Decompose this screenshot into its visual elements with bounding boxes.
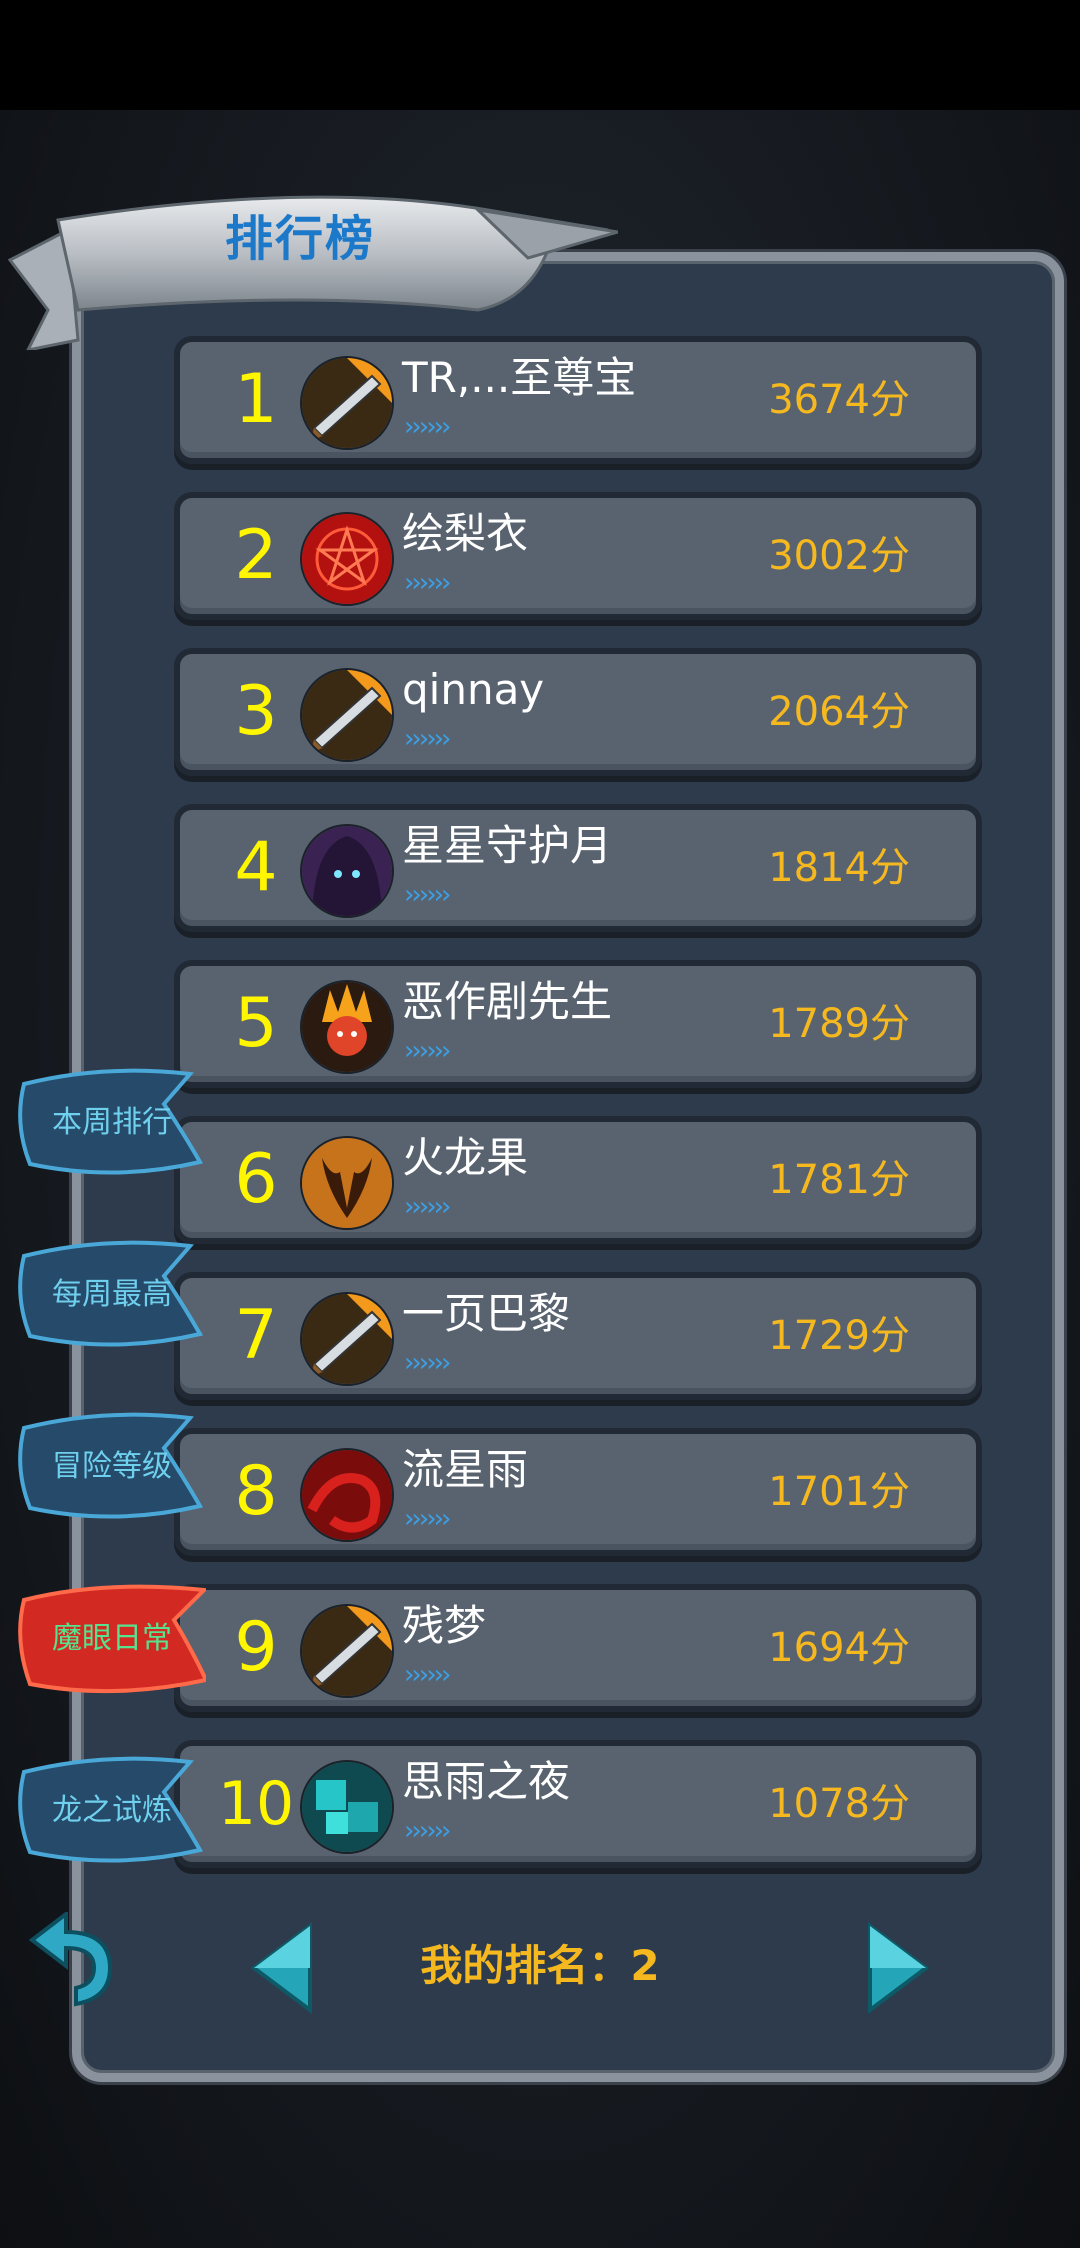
rank-number: 8 [234, 1452, 278, 1531]
back-arrow-icon[interactable] [26, 1912, 118, 2012]
leaderboard-row: 4 星星守护月 ›››››› 1814分 [174, 804, 982, 932]
status-bar-area [0, 0, 1080, 110]
progress-chevrons: ›››››› [404, 412, 451, 442]
player-score: 1729分 [768, 1313, 910, 1359]
player-score: 2064分 [768, 689, 910, 735]
footer-hint [140, 2080, 940, 2120]
leaderboard-row: 6 火龙果 ›››››› 1781分 [174, 1116, 982, 1244]
player-score: 3674分 [768, 377, 910, 423]
tab-label: 本周排行 [52, 1105, 172, 1140]
player-score: 1078分 [768, 1781, 910, 1827]
tab-label: 龙之试炼 [52, 1793, 172, 1828]
red-pentagram-icon [300, 512, 394, 606]
progress-chevrons: ›››››› [404, 1816, 451, 1846]
teal-cubes-icon [300, 1760, 394, 1854]
leaderboard-title: 排行榜 [224, 211, 375, 267]
player-score: 3002分 [768, 533, 910, 579]
leaderboard-row: 5 恶作剧先生 ›››››› 1789分 [174, 960, 982, 1088]
progress-chevrons: ›››››› [404, 724, 451, 754]
progress-chevrons: ›››››› [404, 1348, 451, 1378]
leaderboard-row: 9 残梦 ›››››› 1694分 [174, 1584, 982, 1712]
leaderboard-row: 2 绘梨衣 ›››››› 3002分 [174, 492, 982, 620]
progress-chevrons: ›››››› [404, 1504, 451, 1534]
red-swirl-icon [300, 1448, 394, 1542]
player-score: 1694分 [768, 1625, 910, 1671]
rank-number: 2 [234, 516, 278, 595]
progress-chevrons: ›››››› [404, 1192, 451, 1222]
my-rank-label: 我的排名：2 [420, 1941, 660, 1990]
tab-label: 魔眼日常 [52, 1621, 172, 1656]
rank-number: 9 [234, 1608, 278, 1687]
rank-number: 1 [234, 360, 278, 439]
progress-chevrons: ›››››› [404, 1660, 451, 1690]
previous-page-arrow-icon[interactable] [244, 1918, 334, 2018]
leaderboard-row: 1 TR,...至尊宝 ›››››› 3674分 [174, 336, 982, 464]
progress-chevrons: ›››››› [404, 568, 451, 598]
tab-label: 每周最高 [52, 1277, 172, 1312]
tab-label: 冒险等级 [52, 1449, 172, 1484]
leaderboard-row: 7 一页巴黎 ›››››› 1729分 [174, 1272, 982, 1400]
leaderboard-row: 3 qinnay ›››››› 2064分 [174, 648, 982, 776]
tab-adventure-level[interactable]: 冒险等级 [14, 1408, 206, 1526]
horned-demon-icon [300, 1136, 394, 1230]
player-score: 1789分 [768, 1001, 910, 1047]
rank-number: 3 [234, 672, 278, 751]
tab-weekly-best[interactable]: 每周最高 [14, 1236, 206, 1354]
player-score: 1781分 [768, 1157, 910, 1203]
tab-dragon-trial[interactable]: 龙之试炼 [14, 1752, 206, 1870]
leaderboard-row: 8 流星雨 ›››››› 1701分 [174, 1428, 982, 1556]
tab-demon-eye-daily[interactable]: 魔眼日常 [14, 1580, 206, 1698]
tab-weekly-ranking[interactable]: 本周排行 [14, 1064, 206, 1182]
progress-chevrons: ›››››› [404, 880, 451, 910]
flaming-sword-icon [300, 1604, 394, 1698]
flaming-sword-icon [300, 668, 394, 762]
flaming-sword-icon [300, 356, 394, 450]
hooded-figure-icon [300, 824, 394, 918]
progress-chevrons: ›››››› [404, 1036, 451, 1066]
rank-number: 10 [217, 1769, 295, 1839]
player-score: 1814分 [768, 845, 910, 891]
fire-demon-icon [300, 980, 394, 1074]
flaming-sword-icon [300, 1292, 394, 1386]
rank-number: 6 [234, 1140, 278, 1219]
rank-number: 4 [234, 828, 278, 907]
rank-number: 5 [234, 984, 278, 1063]
rank-number: 7 [234, 1296, 278, 1375]
next-page-arrow-icon[interactable] [846, 1918, 936, 2018]
player-score: 1701分 [768, 1469, 910, 1515]
leaderboard-row: 10 思雨之夜 ›››››› 1078分 [174, 1740, 982, 1868]
